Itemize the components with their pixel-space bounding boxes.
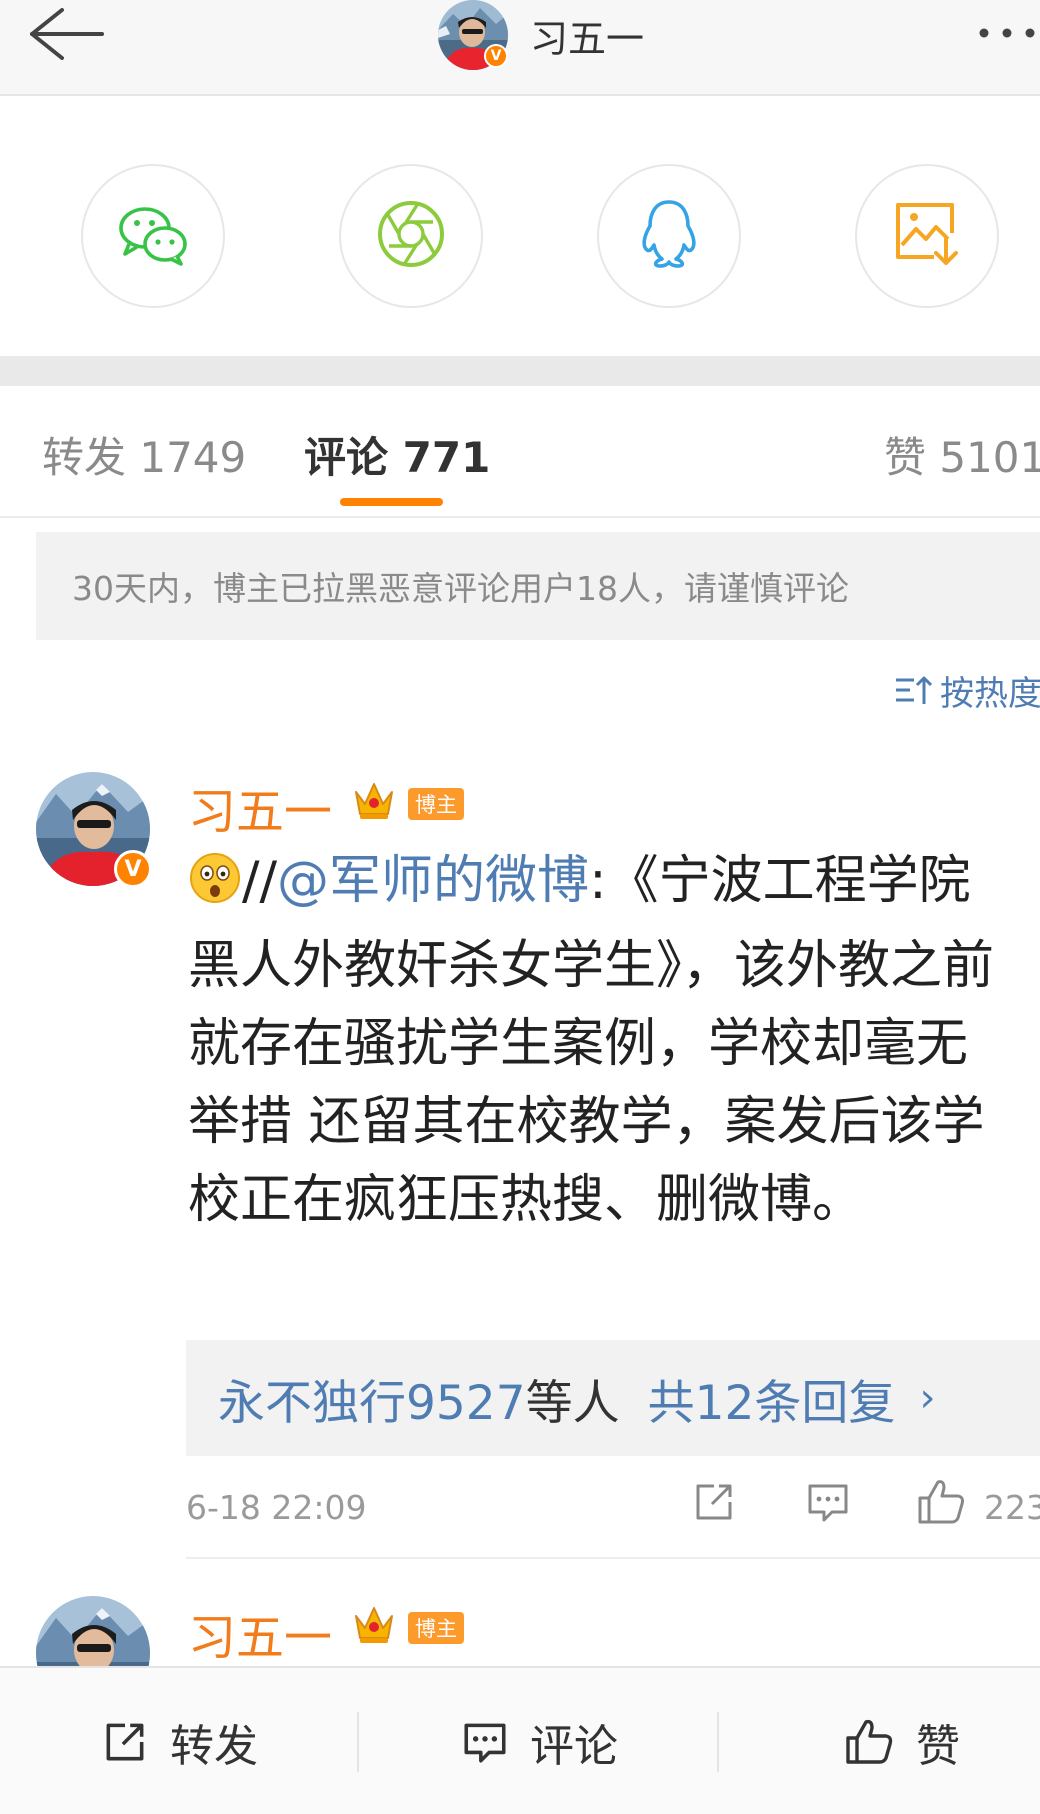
blogger-badge: 博主 — [408, 788, 464, 820]
surprised-emoji-icon — [188, 849, 242, 927]
verified-v-icon: V — [484, 44, 508, 68]
sort-icon — [896, 676, 932, 704]
like-label: 赞 — [916, 1721, 960, 1772]
like-thumb-icon[interactable] — [916, 1478, 968, 1526]
comment-icon — [464, 1723, 506, 1763]
moderation-notice: 30天内，博主已拉黑恶意评论用户18人，请谨慎评论 — [36, 532, 1040, 640]
top-navigation-bar: V 习五一 — [0, 0, 1040, 96]
tab-likes[interactable]: 赞 5101 — [884, 424, 1040, 485]
comment-author-name[interactable]: 习五一 — [188, 1598, 332, 1668]
comment-label: 评论 — [530, 1721, 618, 1772]
reply-user-link[interactable]: 永不独行9527 — [218, 1364, 526, 1433]
tab-bar: 转发 1749 评论 771 赞 5101 — [0, 386, 1040, 518]
more-options-icon[interactable] — [976, 20, 1040, 50]
comment-author-name[interactable]: 习五一 — [188, 772, 332, 842]
repost-icon — [106, 1723, 144, 1761]
comment-button[interactable]: 评论 — [460, 1668, 618, 1814]
header-user[interactable]: V 习五一 — [438, 0, 644, 70]
comment-text: //@军师的微博:《宁波工程学院黑人外教奸杀女学生》，该外教之前就存在骚扰学生案… — [188, 842, 1008, 1239]
reply-comment-icon[interactable] — [804, 1478, 852, 1526]
crown-icon — [355, 783, 393, 819]
crown-icon — [355, 1607, 393, 1643]
back-arrow-icon[interactable] — [22, 4, 112, 66]
comment-timestamp: 6-18 22:09 — [186, 1488, 367, 1527]
wechat-icon — [117, 202, 189, 270]
page-title: 习五一 — [530, 16, 645, 61]
tab-comments[interactable]: 评论 771 — [304, 424, 490, 485]
save-image-icon — [892, 199, 962, 273]
like-icon — [846, 1719, 893, 1764]
share-qq-button[interactable] — [597, 164, 741, 308]
qq-penguin-icon — [638, 198, 700, 274]
repost-comment-icon[interactable] — [690, 1478, 738, 1526]
chevron-right-icon: › — [919, 1375, 936, 1421]
like-count: 223 — [984, 1488, 1040, 1527]
avatar[interactable] — [36, 1596, 150, 1666]
blogger-badge: 博主 — [408, 1612, 464, 1644]
bottom-action-bar: 转发 评论 赞 — [0, 1666, 1040, 1814]
share-row — [0, 98, 1040, 356]
avatar[interactable]: V — [438, 0, 508, 70]
bar-separator — [357, 1712, 359, 1772]
comment-divider — [186, 1557, 1040, 1559]
reply-others-label: 等人 — [525, 1375, 620, 1431]
repost-button[interactable]: 转发 — [100, 1668, 258, 1814]
sort-by-hotness-button[interactable]: 按热度 — [894, 666, 1040, 715]
share-wechat-button[interactable] — [81, 164, 225, 308]
sort-label: 按热度 — [940, 674, 1040, 714]
like-button[interactable]: 赞 — [844, 1668, 960, 1814]
bar-separator — [717, 1712, 719, 1772]
repost-label: 转发 — [170, 1721, 258, 1772]
tab-repost[interactable]: 转发 1749 — [42, 424, 246, 485]
moments-icon — [376, 199, 446, 273]
comment-prefix: // — [242, 851, 278, 911]
user-mention-link[interactable]: @军师的微博 — [277, 851, 589, 911]
section-divider — [0, 356, 1040, 386]
active-tab-indicator — [340, 498, 443, 506]
replies-preview[interactable]: 永不独行9527 等人 共12条回复 › — [186, 1340, 1040, 1456]
verified-v-icon: V — [114, 850, 152, 888]
reply-count-link[interactable]: 共12条回复 — [648, 1364, 896, 1433]
avatar[interactable]: V — [36, 772, 152, 888]
save-image-button[interactable] — [855, 164, 999, 308]
share-moments-button[interactable] — [339, 164, 483, 308]
